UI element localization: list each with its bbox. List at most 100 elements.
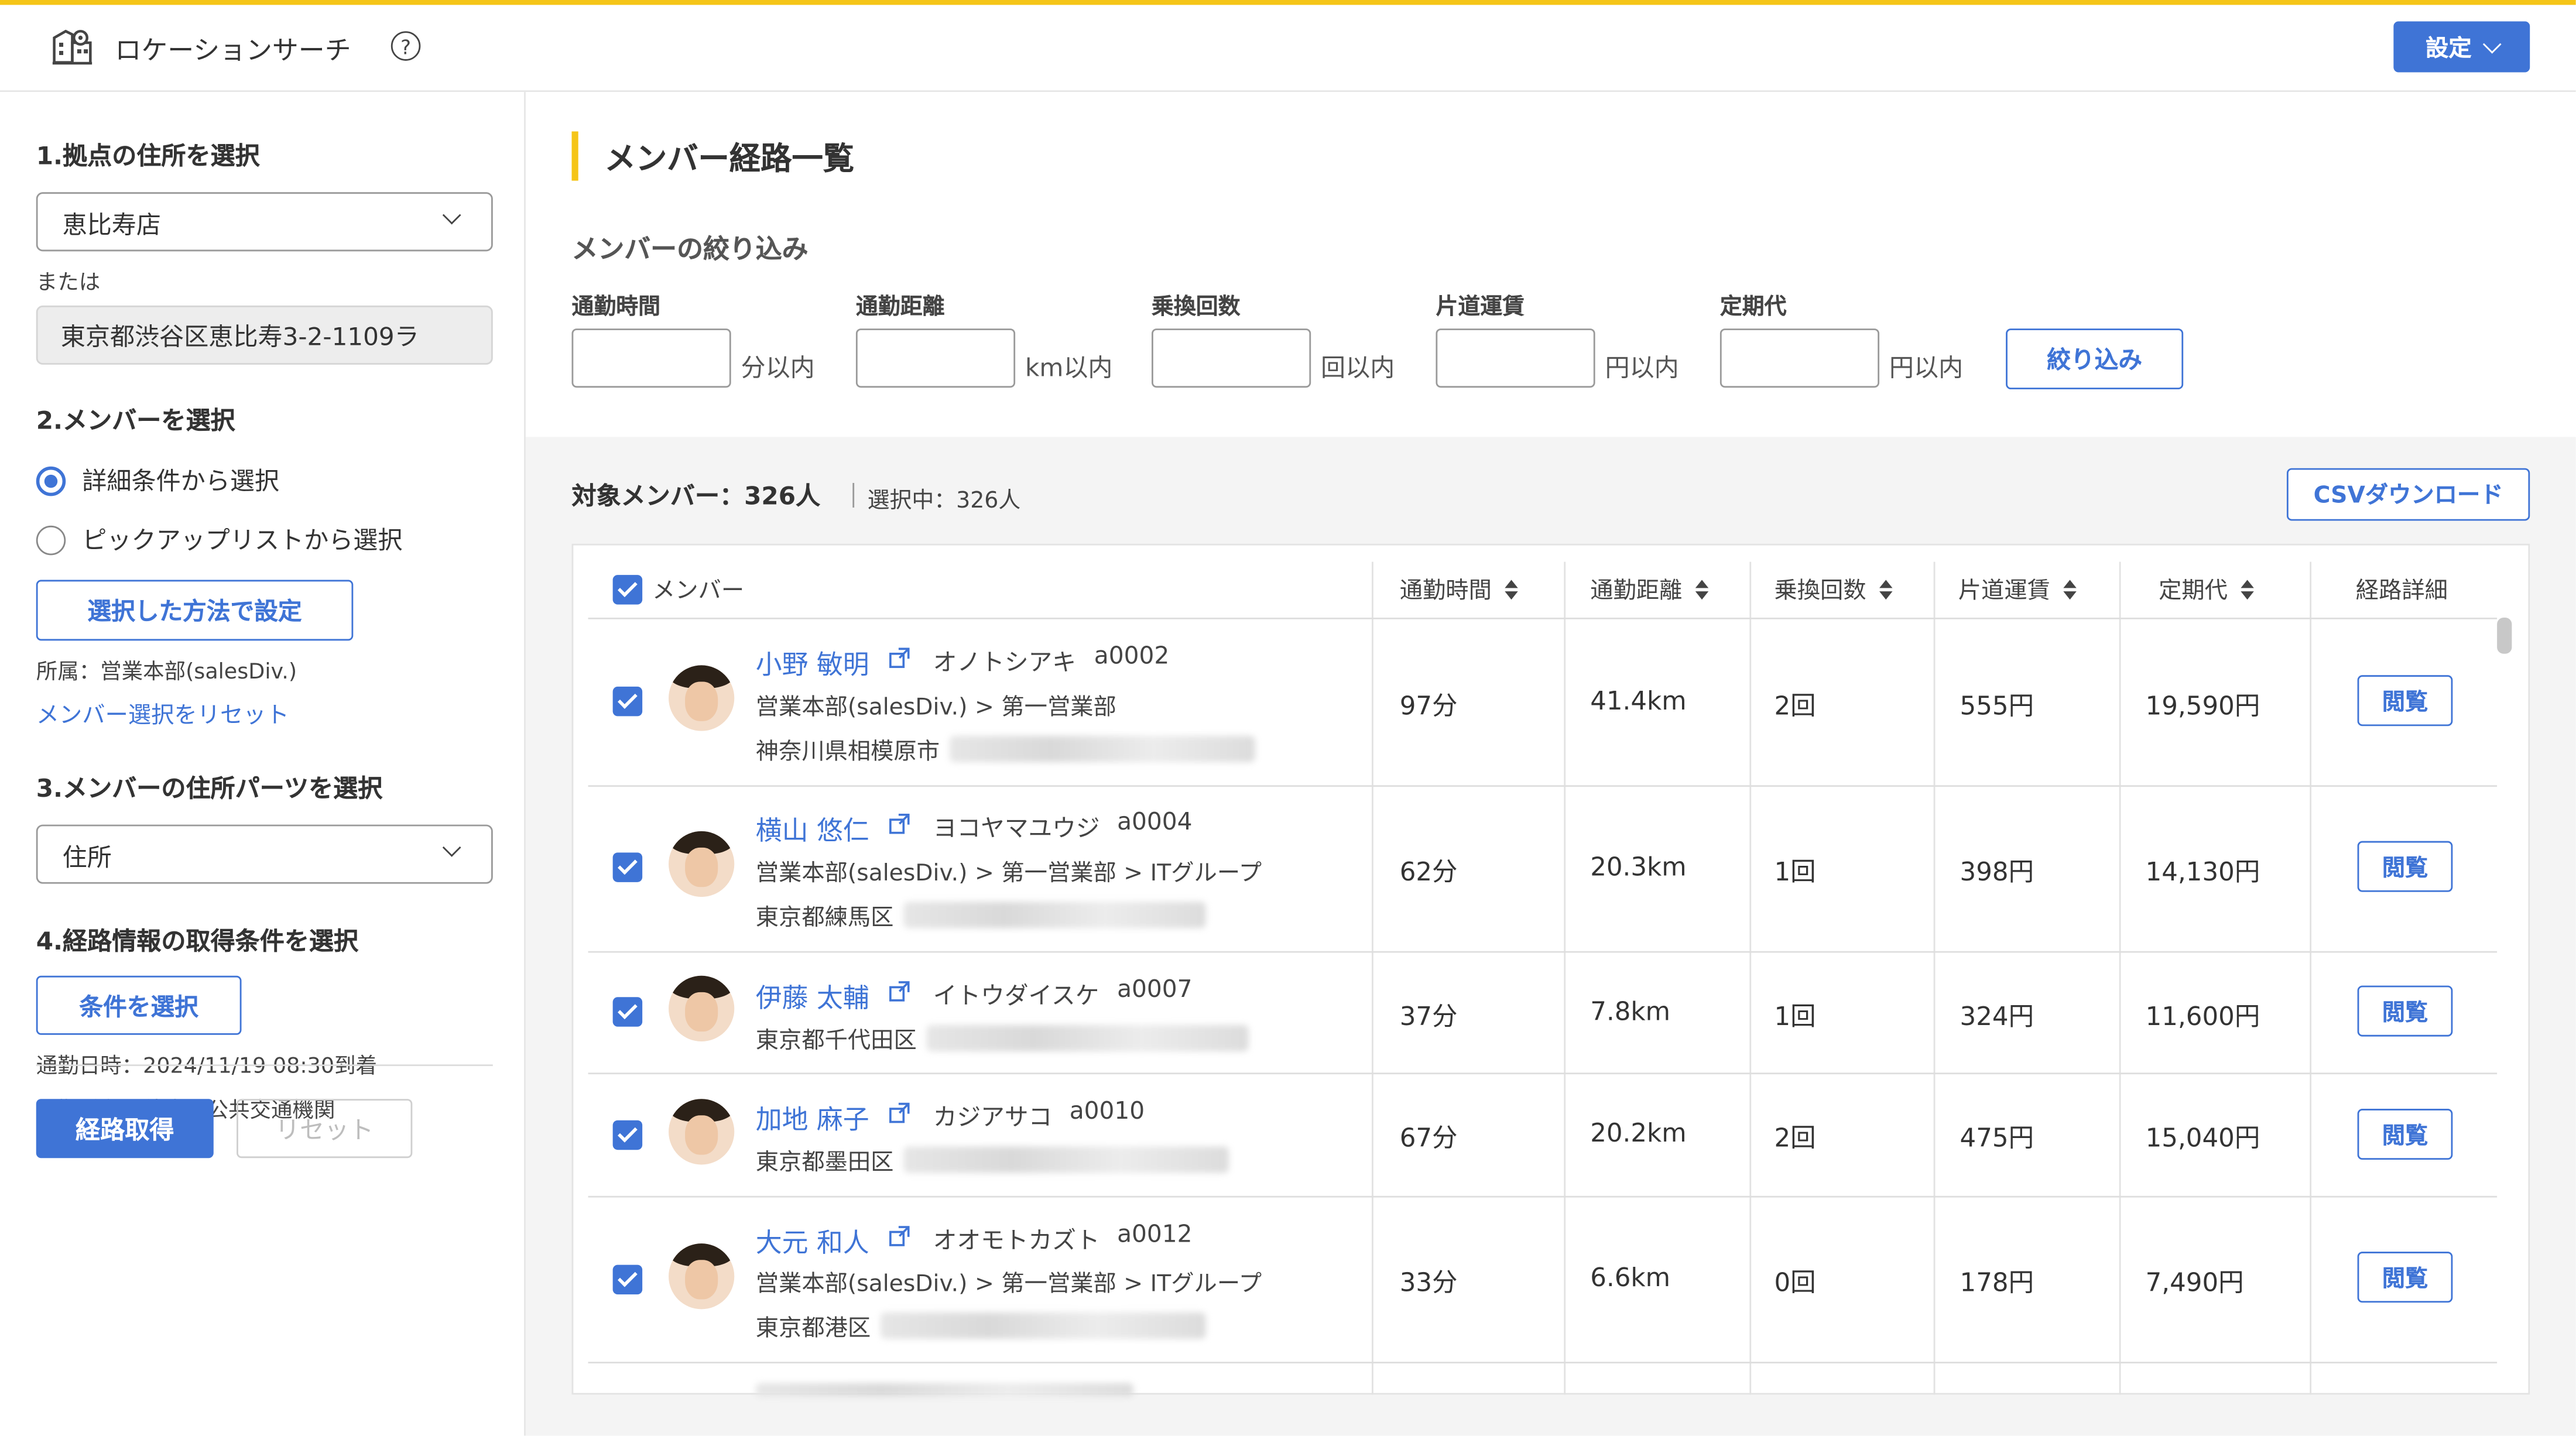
row-checkbox[interactable]: [612, 686, 643, 717]
external-link-icon[interactable]: [889, 647, 910, 669]
member-id: a0010: [1069, 1099, 1145, 1126]
filter-label-transfers: 乗換回数: [1152, 294, 1241, 321]
sort-icon[interactable]: [2241, 580, 2254, 600]
view-route-button[interactable]: 閲覧: [2357, 1109, 2453, 1160]
select-all-checkbox[interactable]: [612, 575, 643, 605]
row-divider: [588, 1195, 2498, 1198]
cell-distance: 41.4km: [1590, 686, 1687, 717]
member-kana: ヨコヤマユウジ: [933, 816, 1100, 843]
avatar: [669, 831, 735, 897]
member-name-link[interactable]: 加地 麻子: [756, 1097, 869, 1136]
member-name-link[interactable]: 伊藤 太輔: [756, 976, 869, 1015]
apply-method-button[interactable]: 選択した方法で設定: [36, 580, 354, 641]
reset-button[interactable]: リセット: [237, 1099, 413, 1159]
cell-fare: 398円: [1960, 857, 2034, 887]
address-redacted: [903, 1146, 1229, 1173]
cell-time: 97分: [1399, 691, 1458, 721]
address-redacted: [903, 902, 1206, 928]
table-scrollbar[interactable]: [2497, 618, 2512, 654]
commute-datetime: 通勤日時：2024/11/19 08:30到着: [36, 1054, 378, 1079]
sort-icon[interactable]: [1695, 580, 1709, 600]
member-address: 神奈川県相模原市: [755, 739, 940, 766]
radio-detail-option[interactable]: 詳細条件から選択: [36, 463, 279, 498]
step1-title: 1.拠点の住所を選択: [36, 141, 260, 171]
reset-members-link[interactable]: メンバー選択をリセット: [36, 698, 289, 731]
cell-time: 37分: [1399, 1002, 1458, 1032]
member-address: 東京都墨田区: [755, 1150, 894, 1177]
address-field[interactable]: [36, 305, 493, 365]
external-link-icon[interactable]: [889, 1102, 910, 1123]
cell-fare: 475円: [1960, 1123, 2034, 1153]
filter-section-title: メンバーの絞り込み: [571, 233, 809, 265]
member-kana: カジアサコ: [933, 1105, 1053, 1132]
view-route-button[interactable]: 閲覧: [2357, 1252, 2453, 1303]
column-divider: [2119, 561, 2121, 1395]
next-row-peek: [755, 1383, 1134, 1397]
address-redacted: [949, 736, 1255, 762]
column-divider: [1749, 561, 1752, 1395]
column-header-time[interactable]: 通勤時間: [1400, 573, 1518, 606]
member-id: a0012: [1117, 1222, 1193, 1249]
filter-input-distance[interactable]: [855, 328, 1016, 388]
external-link-icon[interactable]: [889, 1225, 910, 1246]
view-route-button[interactable]: 閲覧: [2357, 841, 2453, 892]
sort-icon[interactable]: [1879, 580, 1893, 600]
row-checkbox[interactable]: [612, 1264, 643, 1295]
column-header-fare[interactable]: 片道運賃: [1958, 573, 2077, 606]
csv-download-button[interactable]: CSVダウンロード: [2286, 468, 2530, 521]
sidebar-divider: [36, 1064, 493, 1067]
condition-select-button[interactable]: 条件を選択: [36, 975, 242, 1035]
view-route-button[interactable]: 閲覧: [2357, 985, 2453, 1037]
column-header-time-label: 通勤時間: [1399, 578, 1492, 605]
settings-button[interactable]: 設定: [2393, 21, 2530, 73]
row-checkbox[interactable]: [612, 1120, 643, 1150]
column-divider: [1372, 561, 1373, 1395]
cell-pass: 7,490円: [2145, 1268, 2244, 1298]
filter-input-time[interactable]: [571, 328, 731, 388]
radio-selected-icon[interactable]: [36, 465, 66, 496]
address-part-select[interactable]: 住所: [36, 824, 493, 884]
member-address: 東京都練馬区: [755, 905, 894, 932]
filter-apply-button[interactable]: 絞り込み: [2006, 328, 2184, 390]
store-select[interactable]: 恵比寿店: [36, 192, 493, 252]
column-header-detail: 経路詳細: [2356, 573, 2448, 606]
avatar: [669, 1099, 735, 1165]
member-kana: イトウダイスケ: [933, 983, 1099, 1010]
filter-input-pass[interactable]: [1719, 328, 1880, 388]
top-accent-line: [0, 0, 2576, 5]
address-input[interactable]: [37, 307, 491, 364]
row-divider: [588, 1362, 2498, 1363]
sort-icon[interactable]: [1505, 580, 1518, 600]
address-redacted: [926, 1024, 1249, 1051]
cell-fare: 324円: [1960, 1002, 2034, 1032]
radio-picklist-option[interactable]: ピックアップリストから選択: [36, 522, 403, 557]
filter-input-fare[interactable]: [1436, 328, 1595, 388]
settings-button-label: 設定: [2426, 35, 2472, 62]
member-name-link[interactable]: 小野 敏明: [756, 642, 869, 681]
external-link-icon[interactable]: [889, 981, 910, 1002]
member-name-link[interactable]: 横山 悠仁: [756, 808, 869, 848]
row-checkbox[interactable]: [612, 997, 643, 1027]
member-id: a0004: [1117, 810, 1193, 837]
avatar: [669, 975, 735, 1042]
affiliation-text: 所属：営業本部(salesDiv.): [36, 660, 297, 686]
external-link-icon[interactable]: [889, 813, 910, 834]
view-route-button[interactable]: 閲覧: [2357, 675, 2453, 726]
step3-title: 3.メンバーの住所パーツを選択: [36, 773, 383, 804]
radio-unselected-icon[interactable]: [36, 525, 66, 555]
cell-pass: 11,600円: [2145, 1002, 2260, 1032]
sort-icon[interactable]: [2063, 580, 2077, 600]
cell-transfers: 1回: [1774, 1002, 1816, 1032]
cell-time: 33分: [1399, 1268, 1458, 1298]
column-header-detail-label: 経路詳細: [2355, 578, 2448, 605]
filter-input-transfers[interactable]: [1152, 328, 1311, 388]
filter-label-distance: 通勤距離: [855, 294, 945, 321]
help-circle-icon[interactable]: ?: [390, 31, 421, 61]
column-header-pass[interactable]: 定期代: [2159, 573, 2254, 606]
get-route-button[interactable]: 経路取得: [36, 1099, 214, 1159]
column-header-transfers[interactable]: 乗換回数: [1774, 573, 1893, 606]
row-checkbox[interactable]: [612, 852, 643, 882]
member-name-link[interactable]: 大元 和人: [756, 1221, 869, 1260]
column-header-distance[interactable]: 通勤距離: [1590, 573, 1709, 606]
filter-label-fare: 片道運賃: [1436, 294, 1525, 321]
